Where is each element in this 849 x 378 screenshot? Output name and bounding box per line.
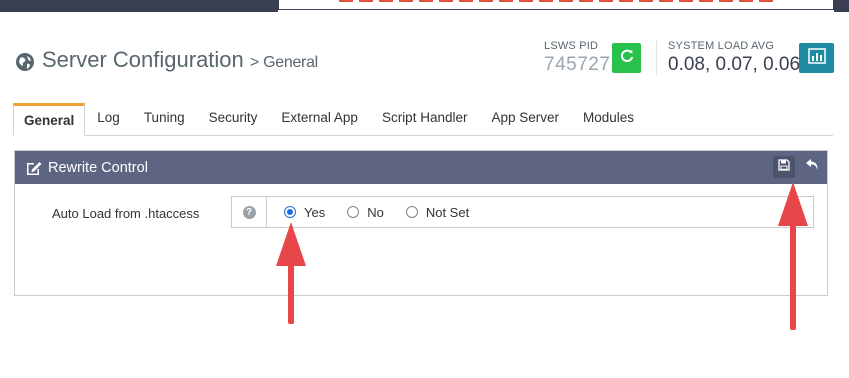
top-bar-right [834,0,849,12]
help-icon[interactable]: ? [242,205,256,219]
undo-icon [805,158,820,176]
undo-button[interactable] [801,156,823,178]
tab-modules[interactable]: Modules [571,103,646,134]
radio-yes[interactable] [284,206,296,218]
load-label: SYSTEM LOAD AVG [668,40,775,52]
top-notice [278,0,834,10]
top-bar [0,0,849,12]
header-divider [656,40,657,76]
load-value: 0.08, 0.07, 0.06 [668,54,801,75]
tab-general[interactable]: General [13,103,86,136]
auto-load-htaccess-field: ? Yes No Not Set [231,196,814,228]
save-icon [778,158,790,176]
config-tabs: General Log Tuning Security External App… [13,103,833,136]
breadcrumb: > General [249,54,318,71]
top-bar-dark [0,0,278,12]
page-header: Server Configuration > General LSWS PID … [0,40,849,90]
load-block: SYSTEM LOAD AVG 0.08, 0.07, 0.06 [668,40,800,76]
help-cell: ? [232,197,267,227]
page-title: Server Configuration > General [42,47,318,73]
refresh-icon [619,48,635,69]
panel-header: Rewrite Control [15,151,827,184]
restart-button[interactable] [612,43,641,73]
system-stats-button[interactable] [799,43,834,73]
panel-title: Rewrite Control [48,159,148,176]
radio-no-label: No [367,204,384,220]
radio-not-set-label: Not Set [425,204,470,220]
auto-load-htaccess-label: Auto Load from .htaccess [52,206,200,221]
tab-tuning[interactable]: Tuning [132,103,197,134]
rewrite-control-panel: Rewrite Control Auto Load from .htaccess… [14,150,828,296]
tab-app-server[interactable]: App Server [479,103,571,134]
radio-yes-label: Yes [304,204,326,220]
radio-option-not-set[interactable]: Not Set [405,204,470,220]
bar-chart-icon [807,47,826,69]
radio-not-set[interactable] [405,206,418,218]
globe-icon [15,52,35,72]
annotation-arrow-save [778,182,808,330]
pid-value: 745727 [544,54,611,75]
radio-no[interactable] [347,206,360,218]
tab-security[interactable]: Security [197,103,270,134]
save-button[interactable] [773,156,795,178]
edit-icon [25,160,43,176]
auto-load-radio-group: Yes No Not Set [284,197,491,227]
radio-option-yes[interactable]: Yes [284,205,325,220]
page-title-text: Server Configuration [42,47,244,72]
tab-script-handler[interactable]: Script Handler [370,103,480,134]
pid-block: LSWS PID 745727 [544,40,610,76]
radio-option-no[interactable]: No [347,205,384,220]
tab-log[interactable]: Log [85,103,132,134]
tab-external-app[interactable]: External App [269,103,370,134]
annotation-arrow-yes [276,222,306,324]
pid-label: LSWS PID [544,40,599,52]
